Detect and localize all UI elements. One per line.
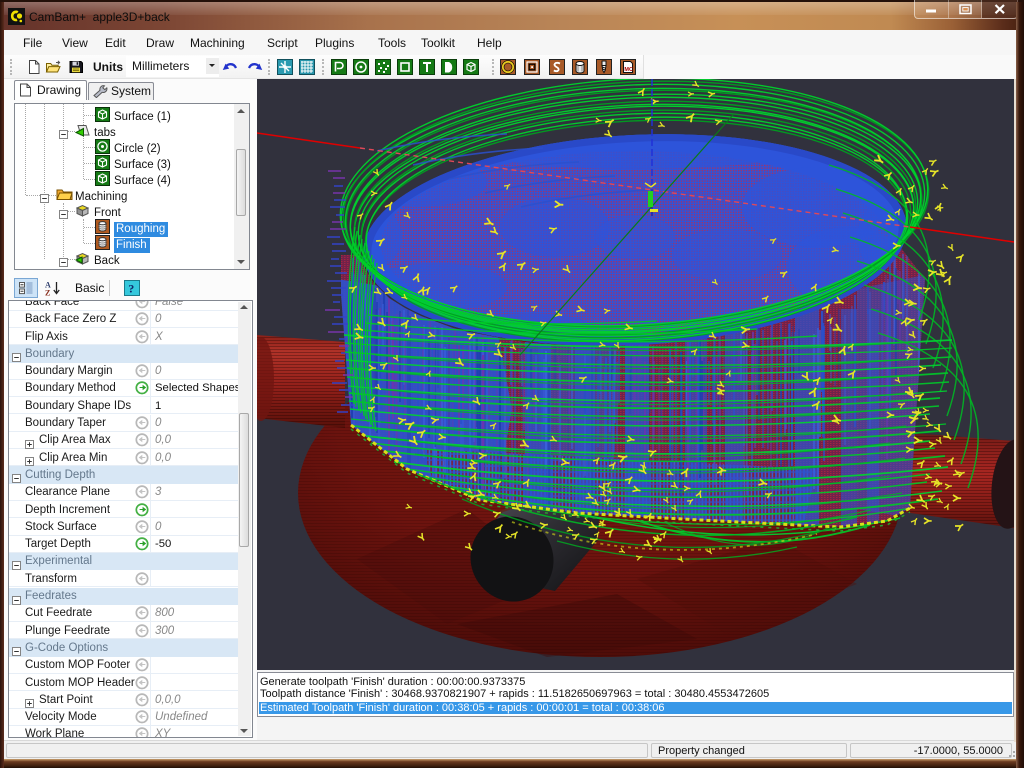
svg-text:MC: MC <box>624 67 633 73</box>
svg-text:?: ? <box>128 282 134 296</box>
svg-text:Z: Z <box>45 289 50 297</box>
